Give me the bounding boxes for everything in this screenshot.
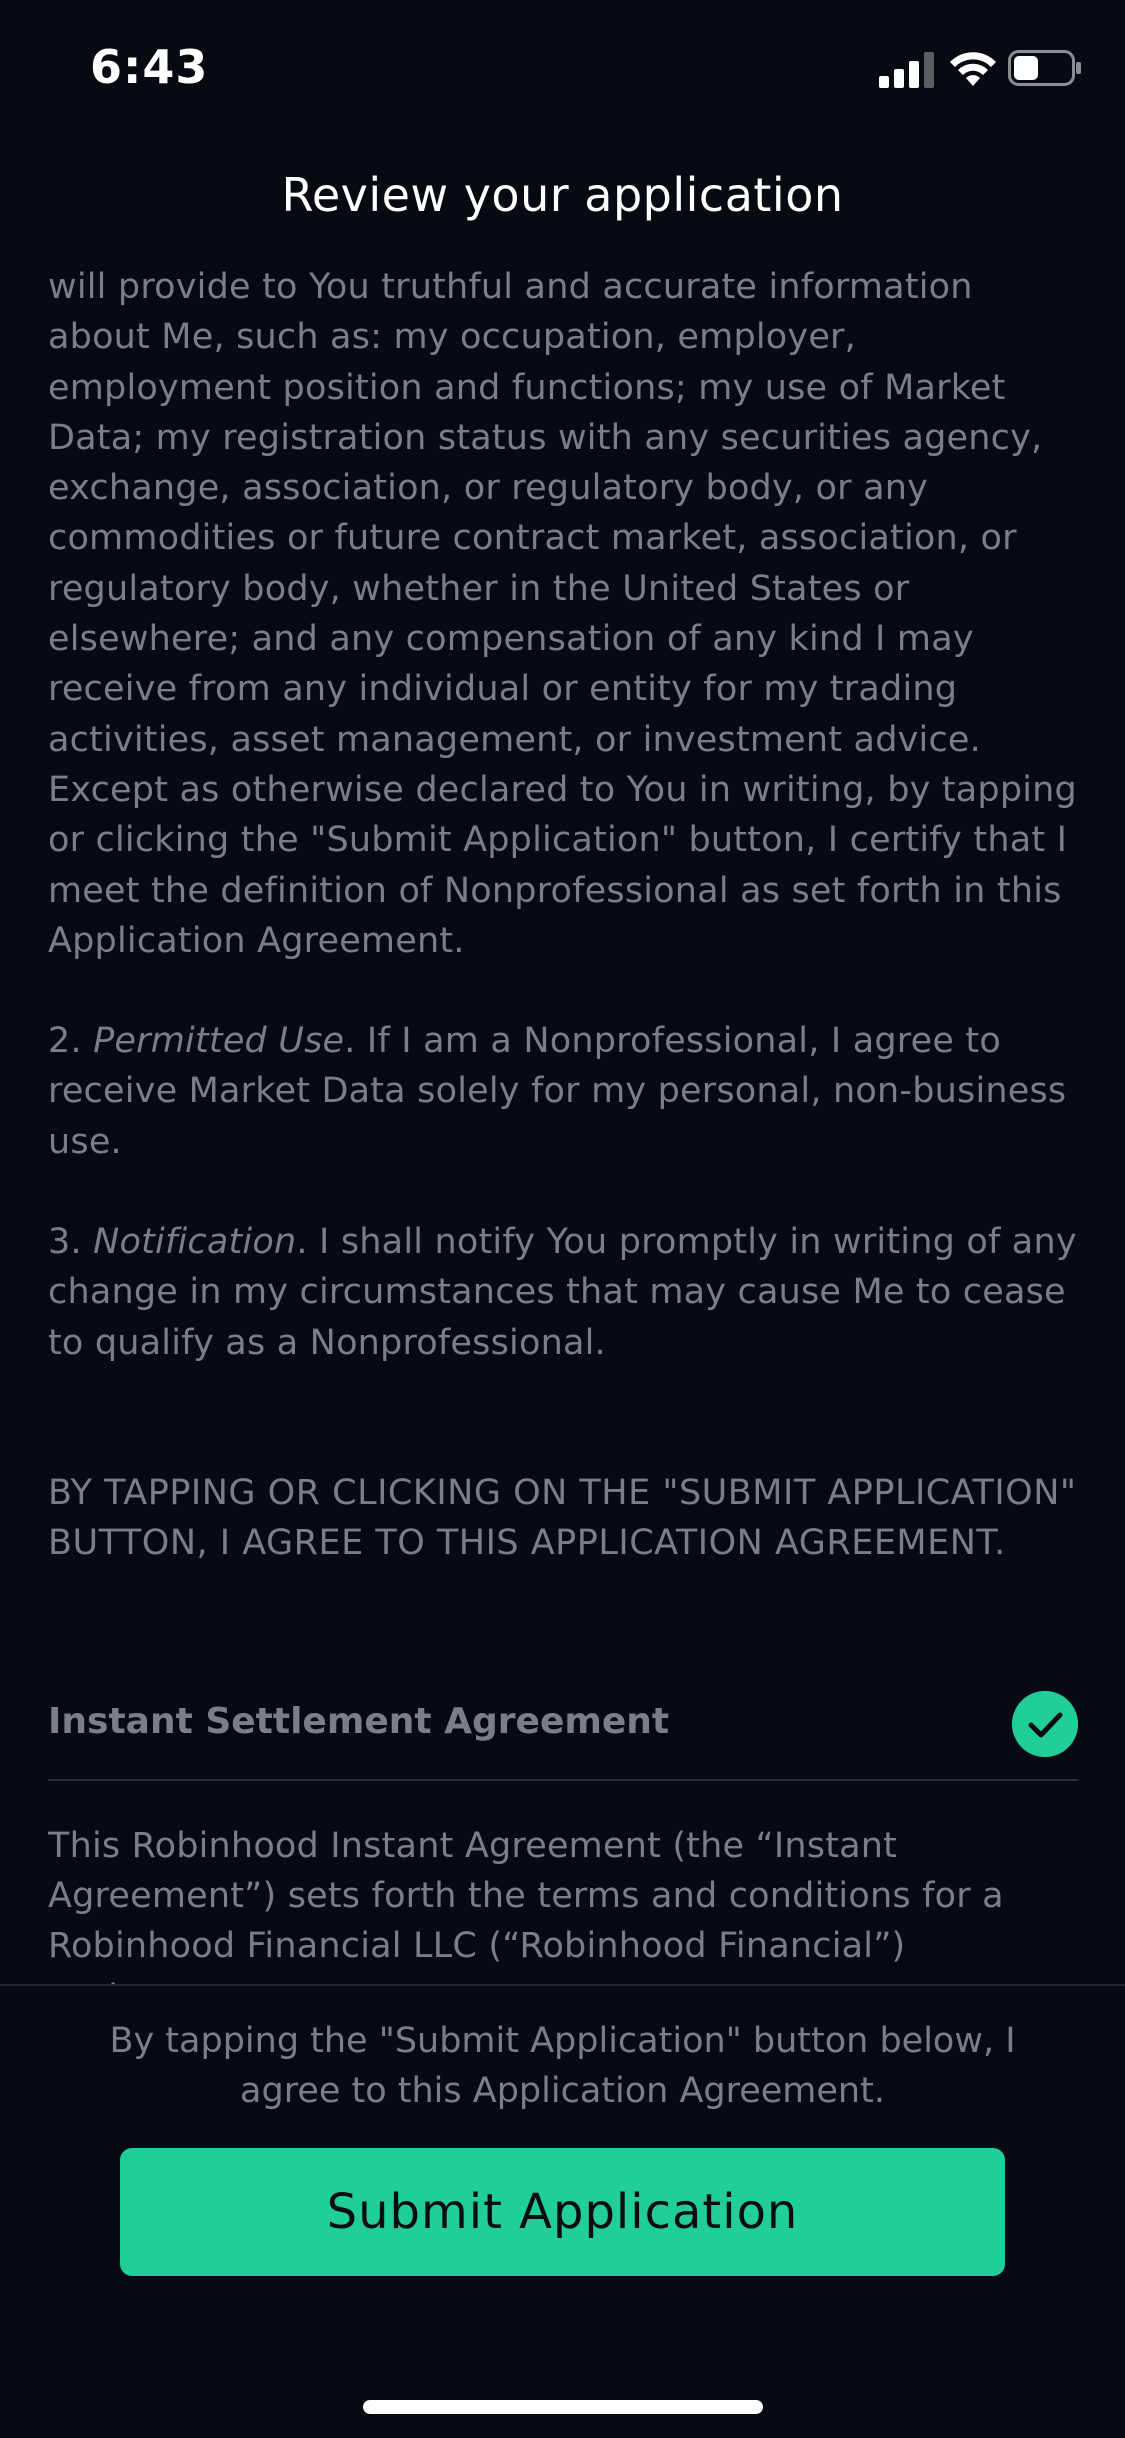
agreement-item-permitted-use: 2. Permitted Use. If I am a Nonprofessio… [48,1016,1078,1167]
cellular-signal-icon [879,52,935,88]
instant-settlement-row[interactable]: Instant Settlement Agreement [48,1669,1078,1781]
wifi-icon [950,52,996,86]
page-title: Review your application [281,168,844,222]
submit-application-button[interactable]: Submit Application [120,2148,1005,2276]
item-number: 3. [48,1222,94,1263]
battery-icon [1008,50,1081,86]
item-number: 2. [48,1021,94,1062]
item-title: Notification [93,1222,297,1263]
agreement-item-notification: 3. Notification. I shall notify You prom… [48,1217,1078,1368]
item-title: Permitted Use [93,1021,345,1062]
status-time: 6:43 [90,40,209,94]
instant-settlement-paragraph: This Robinhood Instant Agreement (the “I… [48,1825,1004,1984]
instant-settlement-heading: Instant Settlement Agreement [48,1700,670,1742]
agreement-scroll-area[interactable]: will provide to You truthful and accurat… [48,262,1078,1984]
consent-text: By tapping the "Submit Application" butt… [109,2021,1016,2111]
home-indicator[interactable] [363,2400,763,2414]
agreement-paragraph: will provide to You truthful and accurat… [48,267,1077,961]
checkmark-icon [1012,1690,1078,1757]
status-bar: 6:43 [0,0,1125,140]
bottom-panel: By tapping the "Submit Application" butt… [0,1984,1125,2438]
agreement-caps-statement: BY TAPPING OR CLICKING ON THE "SUBMIT AP… [48,1472,1077,1564]
